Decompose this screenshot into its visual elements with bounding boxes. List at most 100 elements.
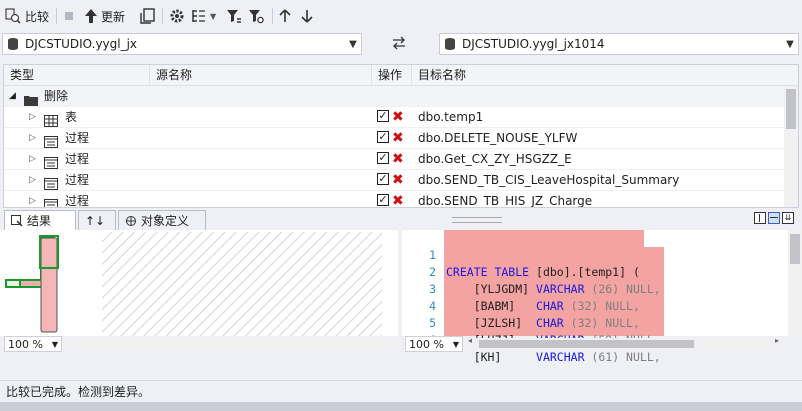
compare-button[interactable]: 比较 bbox=[4, 6, 49, 26]
delete-x-icon: ✖ bbox=[392, 172, 404, 188]
code-size: (61) bbox=[584, 350, 620, 364]
include-checkbox[interactable]: ✓ bbox=[377, 194, 389, 206]
delete-x-icon: ✖ bbox=[392, 151, 404, 167]
expand-icon[interactable]: ▷ bbox=[29, 170, 36, 190]
comparison-grid: 类型 源名称 操作 目标名称 ◢ 删除 ▷ 表 ✓ ✖ dbo.temp1 ▷ … bbox=[3, 64, 799, 208]
source-database-select[interactable]: DJCSTUDIO.yygl_jx ▼ bbox=[2, 33, 362, 55]
delete-x-icon: ✖ bbox=[392, 193, 404, 208]
row-type: 过程 bbox=[65, 173, 90, 187]
column-header-source[interactable]: 源名称 bbox=[150, 65, 372, 86]
row-type: 过程 bbox=[65, 152, 90, 166]
code-keyword: CHAR bbox=[536, 316, 564, 330]
include-checkbox[interactable]: ✓ bbox=[377, 131, 389, 143]
table-row[interactable]: ▷ 过程 ✓ ✖ dbo.SEND_TB_HIS_JZ_Charge bbox=[4, 191, 784, 208]
code-line: 3 [BABM] CHAR (32) NULL, bbox=[402, 264, 640, 313]
filter-gear-icon bbox=[249, 10, 264, 24]
code-vertical-scrollbar[interactable] bbox=[788, 230, 802, 336]
scrollbar-thumb[interactable] bbox=[786, 89, 796, 129]
code-keyword: CHAR bbox=[536, 299, 564, 313]
code-null: NULL, bbox=[598, 316, 640, 330]
filter-button[interactable] bbox=[226, 6, 242, 26]
status-bar: 比较已完成。检测到差异。 bbox=[0, 380, 802, 402]
compare-icon bbox=[5, 8, 21, 24]
arrow-up-icon bbox=[279, 9, 291, 22]
table-row[interactable]: ▷ 过程 ✓ ✖ dbo.SEND_TB_CIS_LeaveHospital_S… bbox=[4, 170, 784, 191]
script-button[interactable] bbox=[140, 6, 156, 26]
right-horizontal-scrollbar[interactable]: ◂ ▸ bbox=[467, 336, 780, 350]
next-difference-button[interactable] bbox=[301, 6, 313, 26]
code-column: [YLJGDM] bbox=[446, 282, 530, 296]
expand-icon[interactable]: ▷ bbox=[29, 128, 36, 148]
object-definition-icon bbox=[126, 215, 136, 226]
database-icon bbox=[8, 38, 18, 50]
code-line: 4 [JZLSH] CHAR (32) NULL, bbox=[402, 281, 640, 330]
collapse-icon[interactable]: ◢ bbox=[9, 86, 16, 106]
layout-horizontal-button[interactable] bbox=[768, 212, 780, 224]
column-header-target[interactable]: 目标名称 bbox=[412, 65, 798, 86]
chevron-down-icon: ▼ bbox=[210, 11, 217, 21]
code-line: 5 [LHZJ] VARCHAR (59) NULL, bbox=[402, 298, 661, 347]
delete-x-icon: ✖ bbox=[392, 130, 404, 146]
diff-highlight bbox=[444, 230, 644, 247]
left-horizontal-scrollbar[interactable] bbox=[66, 338, 398, 350]
expand-icon[interactable]: ▷ bbox=[29, 191, 36, 207]
chevron-right-icon[interactable]: ▸ bbox=[775, 336, 779, 345]
row-target-name: dbo.DELETE_NOUSE_YLFW bbox=[418, 131, 578, 145]
stop-icon bbox=[65, 12, 73, 20]
previous-difference-button[interactable] bbox=[279, 6, 291, 26]
include-checkbox[interactable]: ✓ bbox=[377, 152, 389, 164]
tab-object-definition[interactable]: 对象定义 bbox=[118, 210, 206, 230]
script-icon bbox=[140, 8, 155, 24]
chevron-left-icon[interactable]: ◂ bbox=[468, 336, 472, 345]
table-row[interactable]: ▷ 表 ✓ ✖ dbo.temp1 bbox=[4, 107, 784, 128]
expand-icon[interactable]: ▷ bbox=[29, 107, 36, 127]
tab-results[interactable]: 结果 bbox=[4, 210, 76, 230]
window-bottom-border bbox=[0, 402, 802, 411]
chevron-down-icon: ▼ bbox=[786, 38, 794, 50]
right-zoom-value: 100 % bbox=[409, 338, 444, 351]
options-button[interactable] bbox=[169, 6, 185, 26]
filter-settings-button[interactable] bbox=[248, 6, 264, 26]
expand-icon[interactable]: ▷ bbox=[29, 149, 36, 169]
filter-icon bbox=[227, 10, 241, 23]
stop-button[interactable] bbox=[64, 6, 74, 26]
target-database-select[interactable]: DJCSTUDIO.yygl_jx1014 ▼ bbox=[439, 33, 799, 55]
row-target-name: dbo.SEND_TB_CIS_LeaveHospital_Summary bbox=[418, 173, 680, 187]
column-header-type[interactable]: 类型 bbox=[4, 65, 150, 86]
group-label: 删除 bbox=[44, 89, 69, 103]
scrollbar-thumb[interactable] bbox=[479, 340, 694, 348]
include-checkbox[interactable]: ✓ bbox=[377, 173, 389, 185]
status-text: 比较已完成。检测到差异。 bbox=[6, 385, 151, 399]
swap-databases-button[interactable] bbox=[392, 36, 406, 50]
code-line: 1 CREATE TABLE [dbo].[temp1] ( bbox=[402, 230, 640, 279]
target-overview-hatch bbox=[102, 232, 382, 336]
sql-definition-pane: 1 CREATE TABLE [dbo].[temp1] ( 2 [YLJGDM… bbox=[402, 230, 802, 364]
code-column: [JZLSH] bbox=[446, 316, 530, 330]
source-overview-bar[interactable] bbox=[40, 237, 58, 333]
scrollbar-thumb[interactable] bbox=[790, 234, 800, 264]
tab-results-label: 结果 bbox=[27, 213, 52, 228]
grid-vertical-scrollbar[interactable] bbox=[784, 86, 798, 207]
group-by-dropdown[interactable]: ▼ bbox=[191, 6, 216, 26]
column-header-action[interactable]: 操作 bbox=[372, 65, 412, 86]
toolbar-separator bbox=[162, 8, 163, 24]
include-checkbox[interactable]: ✓ bbox=[377, 110, 389, 122]
table-row[interactable]: ▷ 过程 ✓ ✖ dbo.DELETE_NOUSE_YLFW bbox=[4, 128, 784, 149]
row-type: 表 bbox=[65, 110, 78, 124]
code-size: (26) bbox=[584, 282, 620, 296]
code-line: 6 [KH] VARCHAR (61) NULL, bbox=[402, 315, 661, 364]
left-zoom-select[interactable]: 100 % ▼ bbox=[4, 336, 62, 352]
table-row[interactable]: ▷ 过程 ✓ ✖ dbo.Get_CX_ZY_HSGZZ_E bbox=[4, 149, 784, 170]
tab-sort[interactable]: ↑↓ bbox=[78, 210, 116, 230]
update-button[interactable]: 更新 bbox=[84, 6, 125, 26]
right-zoom-select[interactable]: 100 % ▼ bbox=[405, 336, 463, 352]
swap-icon bbox=[393, 36, 405, 50]
viewport-marker[interactable] bbox=[5, 279, 21, 288]
chevron-down-icon: ▼ bbox=[452, 340, 459, 349]
update-label: 更新 bbox=[101, 9, 126, 24]
collapse-pane-icon[interactable]: ⇊ bbox=[782, 212, 794, 224]
layout-vertical-button[interactable] bbox=[754, 212, 766, 224]
results-tab-bar: 结果 ↑↓ 对象定义 ⇊ bbox=[0, 208, 802, 230]
group-row-delete[interactable]: ◢ 删除 bbox=[4, 86, 784, 107]
splitter-grip[interactable] bbox=[452, 217, 502, 223]
